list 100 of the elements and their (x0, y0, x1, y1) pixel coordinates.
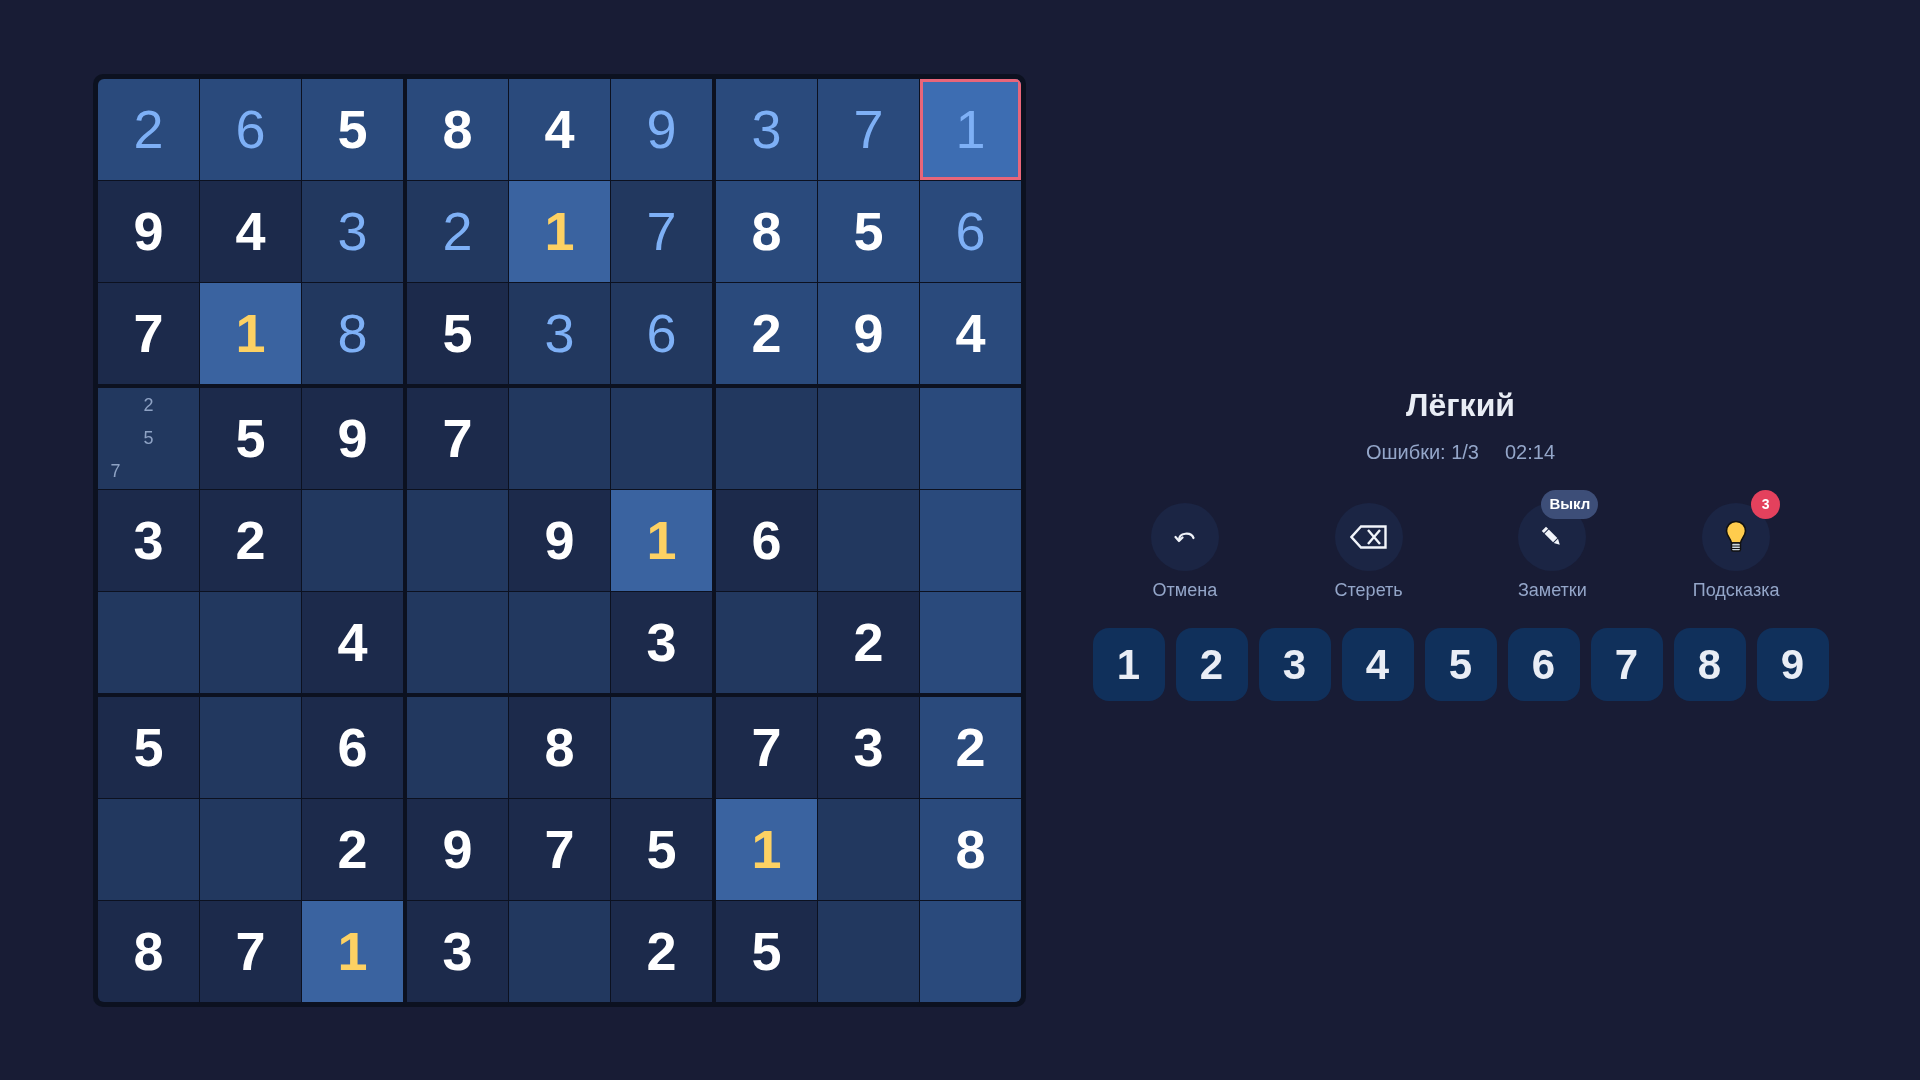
grid-cell[interactable]: 6 (200, 78, 301, 180)
grid-cell[interactable] (920, 591, 1021, 693)
grid-cell[interactable]: 3 (98, 489, 199, 591)
grid-cell[interactable] (509, 900, 610, 1002)
grid-cell[interactable]: 7 (716, 696, 817, 798)
grid-cell[interactable]: 2 (200, 489, 301, 591)
grid-cell[interactable]: 5 (302, 78, 403, 180)
grid-cell[interactable]: 6 (716, 489, 817, 591)
grid-cell[interactable]: 5 (98, 696, 199, 798)
grid-cell[interactable] (920, 387, 1021, 489)
grid-cell[interactable]: 4 (509, 78, 610, 180)
grid-cell[interactable]: 9 (98, 180, 199, 282)
number-key[interactable]: 7 (1590, 627, 1663, 701)
grid-cell[interactable] (818, 900, 919, 1002)
grid-cell[interactable]: 9 (302, 387, 403, 489)
grid-cell[interactable]: 2 (407, 180, 508, 282)
grid-cell[interactable]: 7 (509, 798, 610, 900)
number-key[interactable]: 4 (1341, 627, 1414, 701)
count-badge: 3 (1751, 489, 1781, 519)
grid-cell[interactable]: 5 (818, 180, 919, 282)
erase-button[interactable]: Стереть (1293, 489, 1444, 601)
grid-cell[interactable] (302, 489, 403, 591)
grid-cell[interactable] (818, 489, 919, 591)
grid-cell[interactable] (611, 696, 712, 798)
number-key[interactable]: 5 (1424, 627, 1497, 701)
grid-cell[interactable]: 8 (920, 798, 1021, 900)
grid-cell[interactable]: 3 (509, 282, 610, 384)
grid-cell[interactable]: 2 (920, 696, 1021, 798)
grid-cell[interactable]: 2 (716, 282, 817, 384)
grid-cell[interactable] (200, 591, 301, 693)
grid-cell[interactable]: 8 (407, 78, 508, 180)
grid-cell[interactable] (611, 387, 712, 489)
toggle-badge: Выкл (1541, 489, 1599, 519)
undo-button[interactable]: Отмена (1109, 489, 1260, 601)
grid-cell[interactable]: 7 (407, 387, 508, 489)
timer-text: 02:14 (1505, 439, 1556, 464)
grid-cell[interactable] (200, 696, 301, 798)
grid-cell[interactable]: 7 (611, 180, 712, 282)
grid-cell[interactable]: 3 (302, 180, 403, 282)
grid-cell[interactable] (716, 591, 817, 693)
grid-cell[interactable]: 9 (611, 78, 712, 180)
grid-cell[interactable]: 8 (716, 180, 817, 282)
grid-cell[interactable]: 5 (611, 798, 712, 900)
grid-cell[interactable] (818, 387, 919, 489)
grid-cell[interactable] (407, 591, 508, 693)
grid-cell[interactable] (920, 900, 1021, 1002)
pencil-mark: 7 (110, 462, 121, 480)
grid-cell[interactable]: 3 (407, 900, 508, 1002)
grid-cell[interactable]: 2 (98, 78, 199, 180)
grid-cell[interactable]: 9 (509, 489, 610, 591)
grid-cell[interactable]: 6 (611, 282, 712, 384)
grid-cell[interactable]: 7 (98, 282, 199, 384)
number-key[interactable]: 1 (1092, 627, 1165, 701)
grid-cell[interactable]: 9 (407, 798, 508, 900)
pencil-mark: 2 (143, 396, 154, 414)
number-key[interactable]: 2 (1175, 627, 1248, 701)
difficulty-title: Лёгкий (1406, 385, 1515, 424)
number-key[interactable]: 8 (1673, 627, 1746, 701)
grid-cell[interactable]: 7 (200, 900, 301, 1002)
grid-cell[interactable]: 1 (716, 798, 817, 900)
grid-cell[interactable]: 3 (716, 78, 817, 180)
grid-cell[interactable]: 5 (716, 900, 817, 1002)
grid-cell[interactable] (98, 798, 199, 900)
grid-cell[interactable]: 1 (200, 282, 301, 384)
grid-cell[interactable]: 1 (302, 900, 403, 1002)
grid-cell[interactable] (509, 591, 610, 693)
grid-cell[interactable]: 8 (302, 282, 403, 384)
grid-cell[interactable]: 1 (611, 489, 712, 591)
grid-cell[interactable]: 5 (200, 387, 301, 489)
number-key[interactable]: 9 (1756, 627, 1829, 701)
grid-cell[interactable]: 4 (302, 591, 403, 693)
grid-cell[interactable]: 8 (509, 696, 610, 798)
mistakes-counter: Ошибки: 1/3 (1365, 439, 1479, 464)
grid-cell[interactable]: 7 (818, 78, 919, 180)
grid-cell[interactable]: 3 (611, 591, 712, 693)
grid-cell[interactable]: 4 (200, 180, 301, 282)
grid-cell[interactable]: 9 (818, 282, 919, 384)
grid-cell[interactable] (407, 489, 508, 591)
grid-cell[interactable]: 3 (818, 696, 919, 798)
grid-cell[interactable] (200, 798, 301, 900)
grid-cell[interactable]: 6 (920, 180, 1021, 282)
pencil-mark: 5 (143, 429, 154, 447)
grid-cell[interactable] (98, 591, 199, 693)
grid-cell[interactable]: 2 5 7 (98, 387, 199, 489)
grid-cell[interactable]: 2 (302, 798, 403, 900)
number-key[interactable]: 3 (1258, 627, 1331, 701)
grid-cell[interactable]: 2 (611, 900, 712, 1002)
grid-cell[interactable] (818, 798, 919, 900)
grid-cell[interactable] (716, 387, 817, 489)
number-key[interactable]: 6 (1507, 627, 1580, 701)
grid-cell[interactable]: 1 (509, 180, 610, 282)
grid-cell[interactable] (509, 387, 610, 489)
grid-cell[interactable]: 6 (302, 696, 403, 798)
hint-button[interactable]: Подсказка 3 (1661, 489, 1812, 601)
grid-cell[interactable] (920, 489, 1021, 591)
grid-cell[interactable]: 2 (818, 591, 919, 693)
grid-cell[interactable]: 8 (98, 900, 199, 1002)
grid-cell[interactable]: 5 (407, 282, 508, 384)
grid-cell[interactable] (407, 696, 508, 798)
grid-cell[interactable]: 4 (920, 282, 1021, 384)
